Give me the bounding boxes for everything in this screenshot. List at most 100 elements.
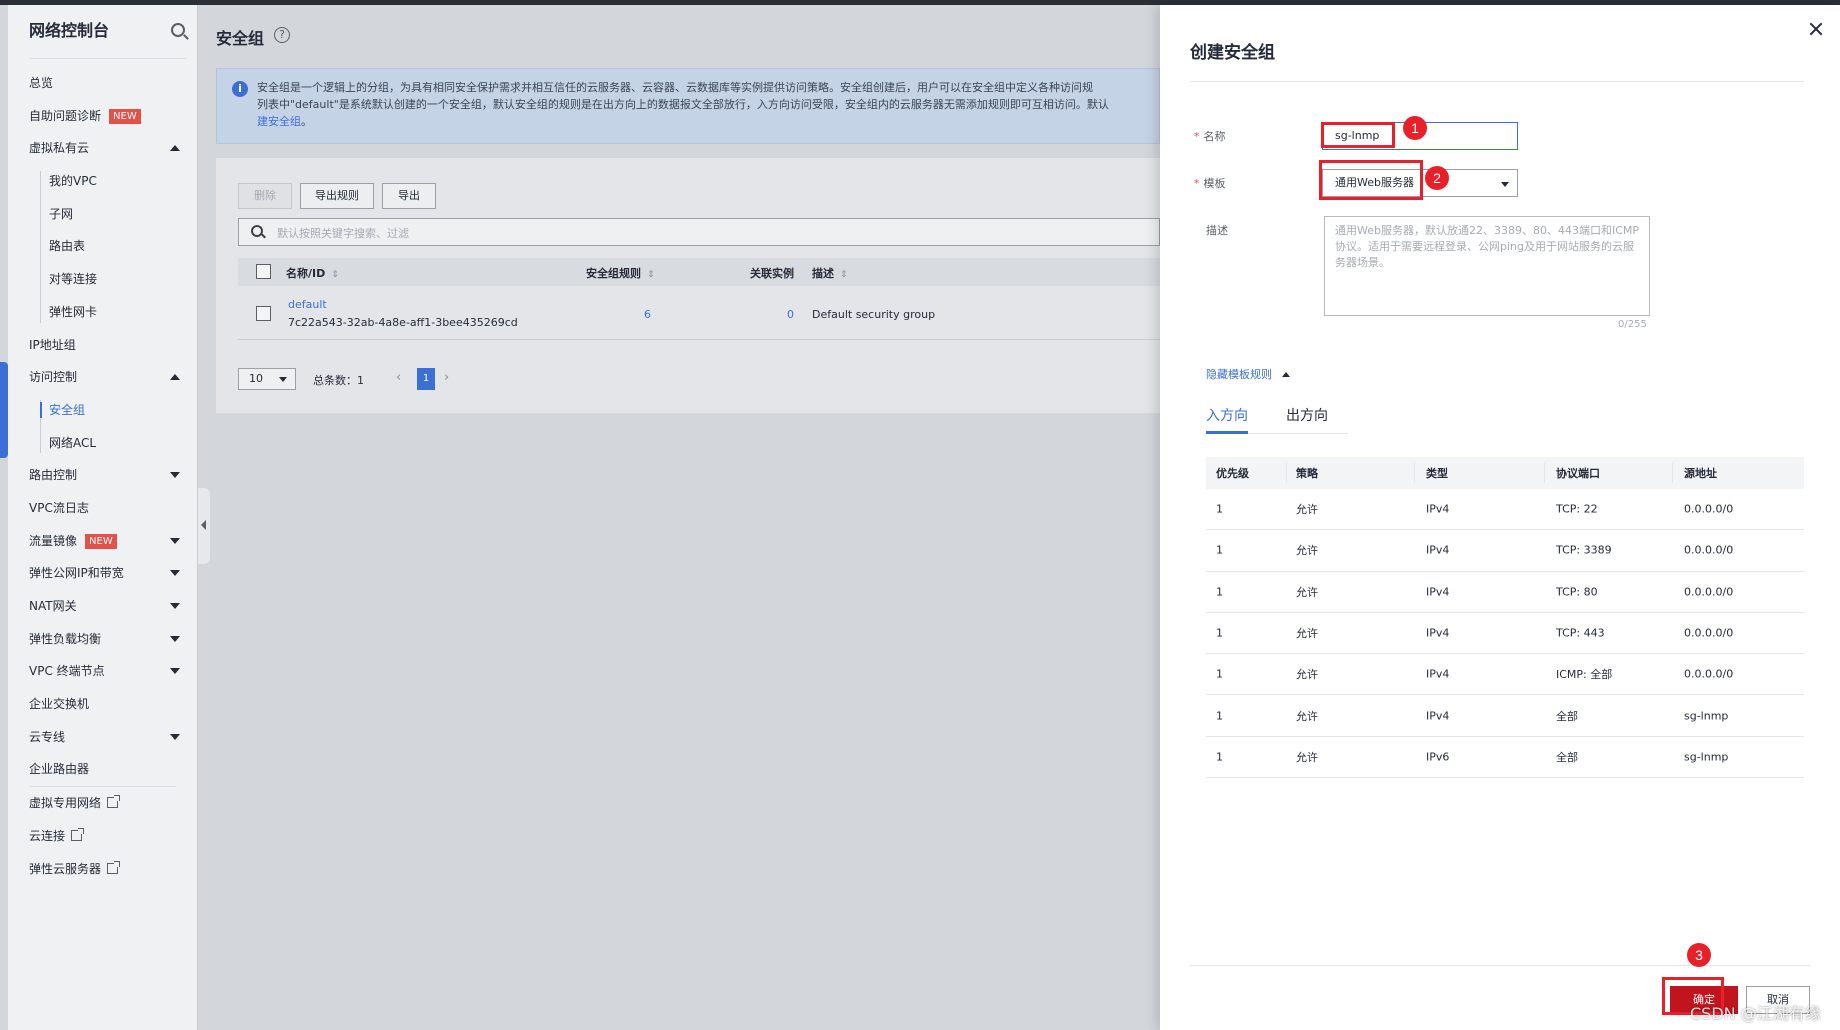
sidebar-item[interactable]: 安全组 xyxy=(8,394,198,427)
export-button[interactable]: 导出 xyxy=(382,183,436,209)
rule-type: IPv4 xyxy=(1426,667,1450,681)
tab-inbound[interactable]: 入方向 xyxy=(1206,405,1248,425)
page-title: 安全组 xyxy=(216,29,265,48)
help-icon[interactable]: ? xyxy=(274,27,290,43)
table-row: 1 允许 IPv4 TCP: 443 0.0.0.0/0 xyxy=(1206,613,1804,655)
col-instances: 关联实例 xyxy=(750,267,794,280)
rule-policy: 允许 xyxy=(1296,544,1318,558)
next-page-icon[interactable]: › xyxy=(444,370,449,385)
sidebar-item[interactable]: 云连接 xyxy=(8,820,198,853)
rule-priority: 1 xyxy=(1216,750,1223,764)
sidebar-item[interactable]: VPC 终端节点 xyxy=(8,655,198,688)
search-icon xyxy=(251,225,263,237)
rules-table-header: 优先级 策略 类型 协议端口 源地址 xyxy=(1206,457,1804,489)
external-link-icon xyxy=(107,795,121,809)
sg-rules-count[interactable]: 6 xyxy=(644,308,651,321)
security-group-panel: 删除 导出规则 导出 默认按照关键字搜索、过滤 名称/ID ⇕ 安全组规则 ⇕ 关联… xyxy=(216,158,1160,413)
sidebar-title: 网络控制台 xyxy=(29,21,110,40)
rule-priority: 1 xyxy=(1216,585,1223,599)
delete-button[interactable]: 删除 xyxy=(238,183,292,209)
col-rules[interactable]: 安全组规则 ⇕ xyxy=(586,265,655,281)
sidebar-item[interactable]: 虚拟专用网络 xyxy=(8,787,198,820)
export-rules-button[interactable]: 导出规则 xyxy=(300,183,374,209)
hide-template-rules-toggle[interactable]: 隐藏模板规则 xyxy=(1206,366,1290,382)
close-icon[interactable] xyxy=(1808,21,1824,37)
prev-page-icon[interactable]: ‹ xyxy=(396,370,401,385)
chevron-down-icon[interactable] xyxy=(170,733,180,740)
sidebar-item[interactable]: VPC流日志 xyxy=(8,492,198,525)
sidebar-item-label: VPC流日志 xyxy=(29,500,89,515)
sort-icon[interactable]: ⇕ xyxy=(647,270,655,280)
sidebar-item[interactable]: NAT网关 xyxy=(8,590,198,623)
rule-priority: 1 xyxy=(1216,709,1223,723)
col-desc[interactable]: 描述 ⇕ xyxy=(812,265,848,281)
sidebar-item[interactable]: 流量镜像 NEW xyxy=(8,525,198,558)
sidebar-item[interactable]: 弹性公网IP和带宽 xyxy=(8,557,198,590)
sidebar-item[interactable]: 访问控制 xyxy=(8,361,198,394)
sidebar-item-label: 云连接 xyxy=(29,828,66,843)
row-checkbox[interactable] xyxy=(256,306,271,321)
rule-source: 0.0.0.0/0 xyxy=(1684,667,1734,681)
sidebar-item[interactable]: 企业交换机 xyxy=(8,688,198,721)
sg-instances-count[interactable]: 0 xyxy=(787,308,794,321)
sort-icon[interactable]: ⇕ xyxy=(840,270,848,280)
rule-protocol-port: 全部 xyxy=(1556,750,1578,764)
create-sg-link[interactable]: 建安全组 xyxy=(257,115,301,128)
sidebar-item[interactable]: 网络ACL xyxy=(8,427,198,460)
rule-source: sg-lnmp xyxy=(1684,709,1729,723)
sidebar-item[interactable]: 自助问题诊断 NEW xyxy=(8,100,198,133)
table-row: 1 允许 IPv4 ICMP: 全部 0.0.0.0/0 xyxy=(1206,654,1804,696)
sidebar-item[interactable]: 弹性负载均衡 xyxy=(8,623,198,656)
search-input[interactable]: 默认按照关键字搜索、过滤 xyxy=(238,218,1160,246)
sidebar-header: 网络控制台 xyxy=(29,19,187,59)
rules-table-body: 1 允许 IPv4 TCP: 22 0.0.0.0/0 1 允许 IPv4 TCP: 3389 0… xyxy=(1206,489,1804,779)
table-row: default 7c22a543-32ab-4a8e-aff1-3bee4352… xyxy=(238,288,1160,340)
sidebar-item[interactable]: 虚拟私有云 xyxy=(8,132,198,165)
sidebar-item-label: 虚拟私有云 xyxy=(29,141,90,156)
page-size-select[interactable]: 10 xyxy=(238,368,296,390)
sidebar-item[interactable]: 企业路由器 xyxy=(8,753,198,786)
tab-active-indicator xyxy=(1206,431,1248,434)
main-content: 安全组 ? i 安全组是一个逻辑上的分组，为具有相同安全保护需求并相互信任的云服… xyxy=(198,5,1160,1030)
step-2-marker: 2 xyxy=(1425,166,1449,190)
sidebar-item[interactable]: 弹性网卡 xyxy=(8,296,198,329)
col-name[interactable]: 名称/ID ⇕ xyxy=(286,265,339,281)
sidebar-item[interactable]: 我的VPC xyxy=(8,165,198,198)
rule-type: IPv6 xyxy=(1426,750,1450,764)
chevron-down-icon[interactable] xyxy=(170,570,180,577)
sidebar-item-label: 弹性网卡 xyxy=(49,304,98,319)
sidebar-item[interactable]: 云专线 xyxy=(8,721,198,754)
tab-outbound[interactable]: 出方向 xyxy=(1286,405,1328,425)
chevron-down-icon[interactable] xyxy=(170,635,180,642)
description-textarea[interactable]: 通用Web服务器，默认放通22、3389、80、443端口和ICMP协议。适用于… xyxy=(1324,216,1650,316)
chevron-down-icon[interactable] xyxy=(170,603,180,609)
table-row: 1 允许 IPv4 全部 sg-lnmp xyxy=(1206,695,1804,737)
sidebar-item[interactable]: 弹性云服务器 xyxy=(8,853,198,886)
rule-source: 0.0.0.0/0 xyxy=(1684,502,1734,516)
sidebar-item[interactable]: 子网 xyxy=(8,198,198,231)
left-edge-tab[interactable] xyxy=(0,362,8,458)
sidebar-item[interactable]: 路由控制 xyxy=(8,459,198,492)
sidebar-item[interactable]: 总览 xyxy=(8,67,198,100)
chevron-up-icon[interactable] xyxy=(170,374,180,381)
name-label: * 名称 xyxy=(1194,130,1226,143)
chevron-down-icon[interactable] xyxy=(170,668,180,675)
col-desc-label: 描述 xyxy=(812,267,834,280)
chevron-down-icon[interactable] xyxy=(170,472,180,479)
sidebar-item-label: 安全组 xyxy=(49,402,86,417)
sidebar-item[interactable]: 对等连接 xyxy=(8,263,198,296)
rule-policy: 允许 xyxy=(1296,627,1318,641)
select-all-checkbox[interactable] xyxy=(256,264,271,279)
page-number-1[interactable]: 1 xyxy=(417,368,435,390)
rule-protocol-port: TCP: 80 xyxy=(1556,585,1598,599)
sg-name-link[interactable]: default xyxy=(288,298,327,311)
chevron-up-icon[interactable] xyxy=(170,145,180,152)
template-label-text: 模板 xyxy=(1203,177,1226,190)
col-protocol-port: 协议端口 xyxy=(1556,467,1600,480)
sort-icon[interactable]: ⇕ xyxy=(331,270,339,280)
sidebar-item[interactable]: 路由表 xyxy=(8,230,198,263)
chevron-down-icon[interactable] xyxy=(170,537,180,544)
search-icon[interactable] xyxy=(171,23,185,37)
sidebar-item-label: 企业路由器 xyxy=(29,762,90,777)
sidebar-item[interactable]: IP地址组 xyxy=(8,329,198,362)
